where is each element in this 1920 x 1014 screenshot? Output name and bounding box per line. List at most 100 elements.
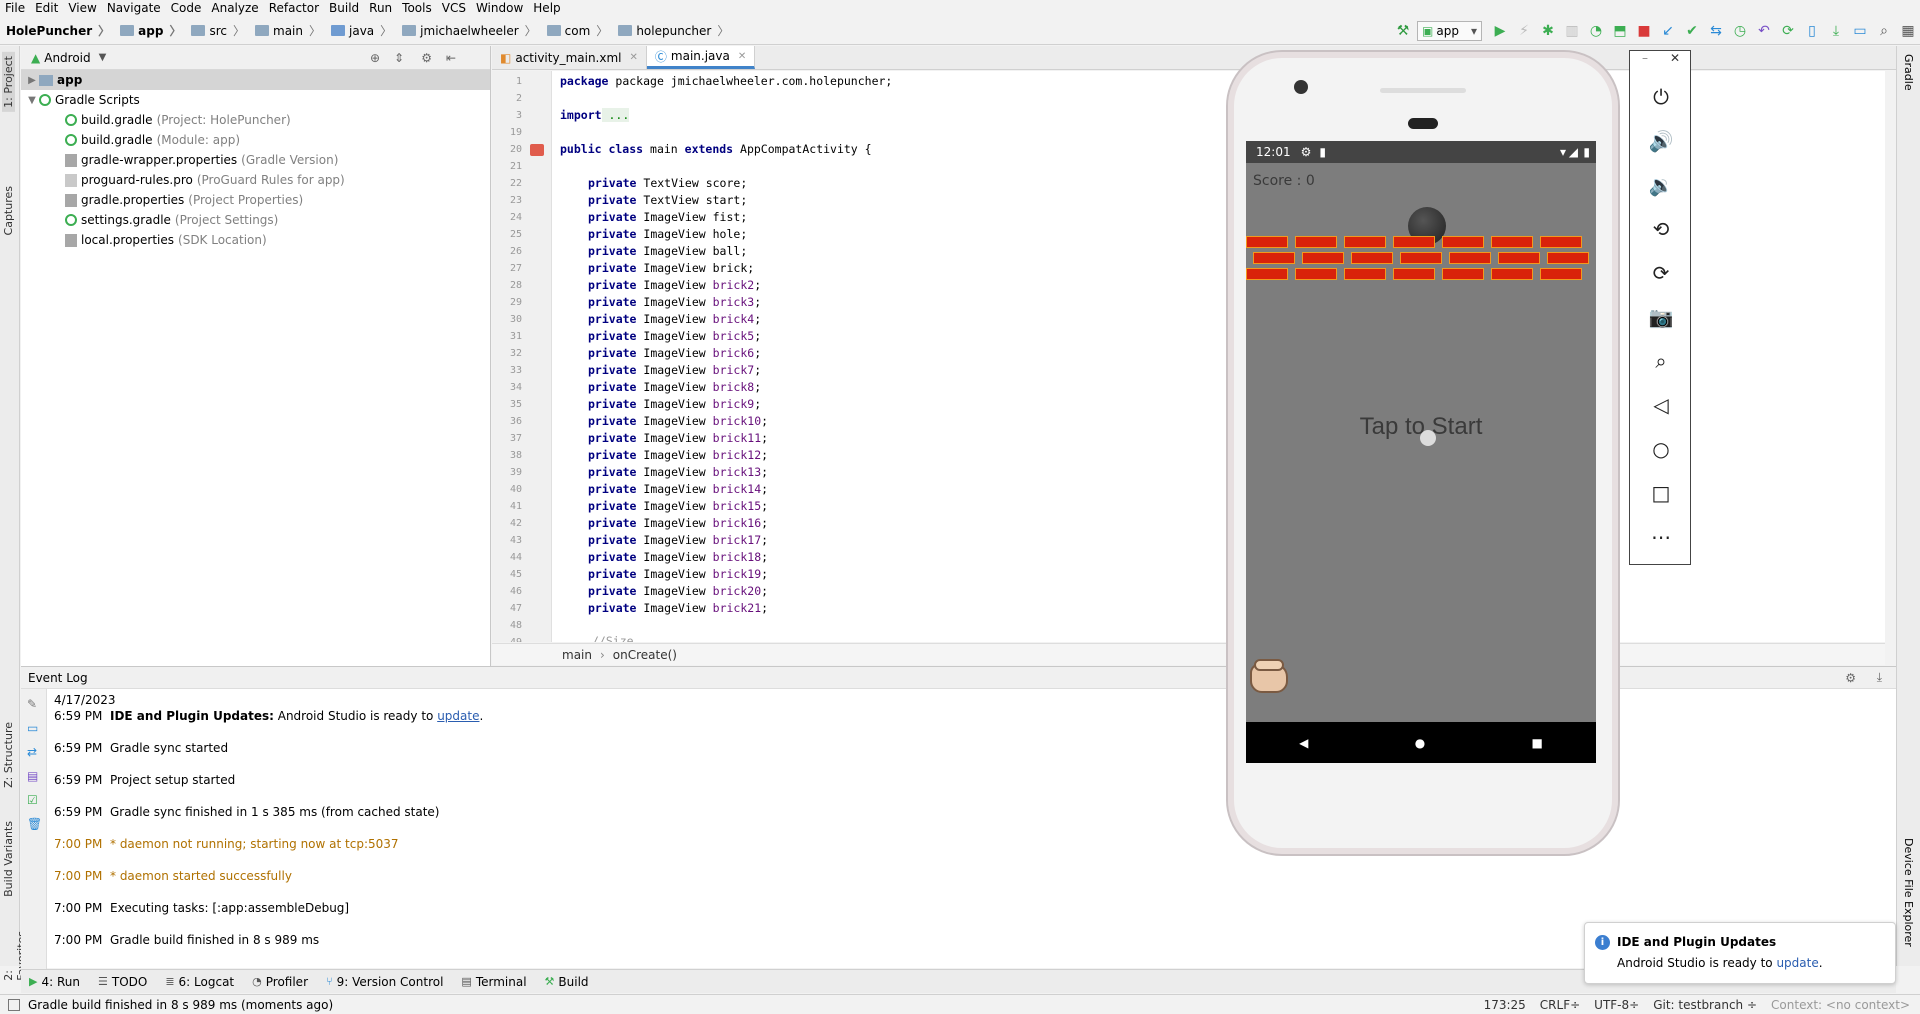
menu-tools[interactable]: Tools [397, 0, 437, 16]
notification-update-link[interactable]: update [1776, 956, 1818, 970]
tab-activity-main-xml[interactable]: ◧ activity_main.xml ✕ [492, 46, 647, 69]
overview-icon[interactable]: □ [1647, 479, 1675, 507]
more-icon[interactable]: ⋯ [1647, 523, 1675, 551]
tab-run[interactable]: ▶ 4: Run [21, 975, 90, 989]
menu-window[interactable]: Window [471, 0, 528, 16]
tree-item-app[interactable]: ▶ app [21, 70, 490, 90]
close-icon[interactable]: ✕ [1670, 51, 1680, 65]
menu-navigate[interactable]: Navigate [102, 0, 166, 16]
close-icon[interactable]: ✕ [630, 52, 638, 63]
gear-icon[interactable]: ⚙ [421, 51, 432, 65]
hide-panel-icon[interactable]: ⇤ [446, 51, 456, 65]
settings-icon[interactable]: ✎ [27, 697, 37, 711]
apply-changes-icon[interactable]: ⚡ [1513, 20, 1535, 42]
tab-device-file-explorer[interactable]: Device File Explorer [1902, 838, 1915, 947]
tree-item-proguard[interactable]: proguard-rules.pro (ProGuard Rules for ap… [21, 170, 490, 190]
tab-profiler[interactable]: ◔ Profiler [244, 975, 318, 989]
home-icon[interactable]: ● [1415, 736, 1425, 750]
coverage-icon[interactable]: ▥ [1561, 20, 1583, 42]
vcs-compare-icon[interactable]: ⇆ [1705, 20, 1727, 42]
breadcrumb-method-oncreate[interactable]: onCreate() [613, 648, 677, 662]
attach-debugger-icon[interactable]: ⬒ [1609, 20, 1631, 42]
tree-item-build-gradle-app[interactable]: build.gradle (Module: app) [21, 130, 490, 150]
back-icon[interactable]: ◁ [1647, 391, 1675, 419]
vcs-commit-icon[interactable]: ✔ [1681, 20, 1703, 42]
breadcrumb-holepuncher[interactable]: holepuncher 〉 [612, 22, 733, 39]
menu-edit[interactable]: Edit [30, 0, 63, 16]
status-message[interactable]: Gradle build finished in 8 s 989 ms (mom… [28, 998, 333, 1012]
menu-file[interactable]: File [0, 0, 30, 16]
tab-main-java[interactable]: Ⓒ main.java ✕ [646, 46, 756, 69]
search-everywhere-icon[interactable]: ⌕ [1873, 20, 1895, 42]
menu-run[interactable]: Run [364, 0, 397, 16]
tab-build[interactable]: ⚒ Build [537, 975, 599, 989]
menu-help[interactable]: Help [528, 0, 565, 16]
locate-icon[interactable]: ⊕ [370, 51, 380, 65]
power-icon[interactable]: ⏻ [1647, 83, 1675, 111]
git-branch[interactable]: Git: testbranch ÷ [1653, 998, 1757, 1012]
tab-captures[interactable]: Captures [2, 186, 15, 235]
back-icon[interactable]: ◀ [1299, 736, 1308, 750]
toggle-tool-windows-icon[interactable] [8, 998, 20, 1011]
volume-up-icon[interactable]: 🔊 [1647, 127, 1675, 155]
volume-down-icon[interactable]: 🔉 [1647, 171, 1675, 199]
tab-project[interactable]: 1: Project [2, 52, 15, 112]
minimize-icon[interactable]: – [1642, 51, 1648, 65]
make-project-hammer-icon[interactable]: ⚒ [1392, 20, 1414, 42]
tab-todo[interactable]: ☰ TODO [90, 975, 157, 989]
tab-logcat[interactable]: ≣ 6: Logcat [157, 975, 244, 989]
breadcrumb-com[interactable]: com 〉 [541, 22, 613, 39]
breadcrumb-project[interactable]: HolePuncher 〉 [0, 22, 114, 39]
device-manager-icon[interactable]: ▦ [1897, 20, 1919, 42]
soft-wrap-icon[interactable]: ⇄ [27, 745, 37, 759]
scroll-icon[interactable]: ▤ [27, 769, 38, 783]
tree-item-settings-gradle[interactable]: settings.gradle (Project Settings) [21, 210, 490, 230]
menu-build[interactable]: Build [324, 0, 364, 16]
breadcrumb-jmichaelwheeler[interactable]: jmichaelwheeler 〉 [396, 22, 540, 39]
tab-build-variants[interactable]: Build Variants [2, 821, 15, 897]
menu-view[interactable]: View [63, 0, 101, 16]
stop-icon[interactable]: ■ [1633, 20, 1655, 42]
breadcrumb-app[interactable]: app 〉 [114, 22, 185, 39]
run-gutter-icon[interactable] [530, 144, 544, 156]
breadcrumb-src[interactable]: src 〉 [185, 22, 249, 39]
tree-item-gradle-properties[interactable]: gradle.properties (Project Properties) [21, 190, 490, 210]
tab-structure[interactable]: Z: Structure [2, 722, 15, 788]
breadcrumb-java[interactable]: java 〉 [325, 22, 396, 39]
vcs-update-icon[interactable]: ↙ [1657, 20, 1679, 42]
screenshot-camera-icon[interactable]: 📷 [1647, 303, 1675, 331]
rotate-right-icon[interactable]: ⟳ [1647, 259, 1675, 287]
debug-icon[interactable]: ✱ [1537, 20, 1559, 42]
profile-icon[interactable]: ◔ [1585, 20, 1607, 42]
update-notification[interactable]: i IDE and Plugin Updates Android Studio … [1584, 922, 1896, 984]
balloon-icon[interactable]: ▭ [27, 721, 38, 735]
file-encoding[interactable]: UTF-8÷ [1594, 998, 1639, 1012]
run-configuration-select[interactable]: ▣ app ▾ [1417, 21, 1482, 41]
game-area[interactable]: Score : 0 Tap to Start [1246, 163, 1596, 722]
menu-refactor[interactable]: Refactor [264, 0, 324, 16]
collapse-icon[interactable]: ⇕ [394, 51, 404, 65]
avd-manager-icon[interactable]: ▯ [1801, 20, 1823, 42]
layout-inspector-icon[interactable]: ▭ [1849, 20, 1871, 42]
rotate-left-icon[interactable]: ⟲ [1647, 215, 1675, 243]
breadcrumb-main[interactable]: main 〉 [249, 22, 325, 39]
vcs-history-icon[interactable]: ◷ [1729, 20, 1751, 42]
chevron-down-icon[interactable]: ▼ [25, 95, 39, 106]
caret-position[interactable]: 173:25 [1484, 998, 1526, 1012]
tree-item-gradle-wrapper[interactable]: gradle-wrapper.properties (Gradle Version… [21, 150, 490, 170]
run-icon[interactable]: ▶ [1489, 20, 1511, 42]
project-view-select[interactable]: Android [44, 51, 90, 65]
close-icon[interactable]: ✕ [738, 51, 746, 62]
chevron-right-icon[interactable]: ▶ [25, 75, 39, 86]
line-separator[interactable]: CRLF÷ [1540, 998, 1580, 1012]
tab-version-control[interactable]: ⑂ 9: Version Control [318, 975, 453, 989]
trash-icon[interactable]: 🗑 [27, 817, 42, 831]
recents-icon[interactable]: ■ [1532, 736, 1543, 750]
tree-item-gradle-scripts[interactable]: ▼ Gradle Scripts [21, 90, 490, 110]
home-icon[interactable]: ○ [1647, 435, 1675, 463]
sdk-manager-icon[interactable]: ⤓ [1825, 20, 1847, 42]
menu-vcs[interactable]: VCS [437, 0, 471, 16]
chevron-down-icon[interactable]: ▼ [99, 52, 107, 63]
menu-analyze[interactable]: Analyze [206, 0, 263, 16]
sync-gradle-icon[interactable]: ⟳ [1777, 20, 1799, 42]
